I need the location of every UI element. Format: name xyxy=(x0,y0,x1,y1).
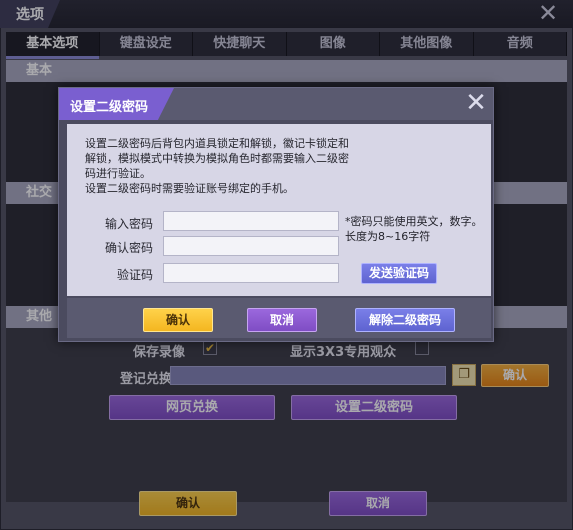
close-icon[interactable]: ✕ xyxy=(463,90,489,117)
hint-line: *密码只能使用英文，数字。 xyxy=(345,215,483,228)
send-code-button[interactable]: 发送验证码 xyxy=(361,263,437,284)
verification-code-label: 验证码 xyxy=(116,268,153,282)
hint-line: 长度为8~16字符 xyxy=(345,230,431,243)
password-label: 输入密码 xyxy=(104,217,153,231)
dialog-description: 设置二级密码后背包内道具锁定和解锁，徽记卡锁定和 解锁，模拟模式中转换为模拟角色… xyxy=(85,136,385,196)
dialog-title: 设置二级密码 xyxy=(70,100,149,115)
description-line: 码进行验证。 xyxy=(85,167,151,180)
description-line: 设置二级密码后背包内道具锁定和解锁，徽记卡锁定和 xyxy=(85,137,349,150)
verification-code-input[interactable] xyxy=(163,263,339,283)
remove-password-button[interactable]: 解除二级密码 xyxy=(355,308,455,332)
confirm-password-label: 确认密码 xyxy=(104,241,153,255)
description-line: 解锁，模拟模式中转换为模拟角色时都需要输入二级密 xyxy=(85,152,349,165)
password-input[interactable] xyxy=(163,211,339,231)
dialog-confirm-button[interactable]: 确认 xyxy=(143,308,213,332)
dialog-cancel-button[interactable]: 取消 xyxy=(247,308,317,332)
password-hint: *密码只能使用英文，数字。 长度为8~16字符 xyxy=(345,214,483,244)
description-line: 设置二级密码时需要验证账号绑定的手机。 xyxy=(85,182,294,195)
confirm-password-input[interactable] xyxy=(163,236,339,256)
secondary-password-dialog: 设置二级密码 ✕ 设置二级密码后背包内道具锁定和解锁，徽记卡锁定和 解锁，模拟模… xyxy=(58,87,494,342)
